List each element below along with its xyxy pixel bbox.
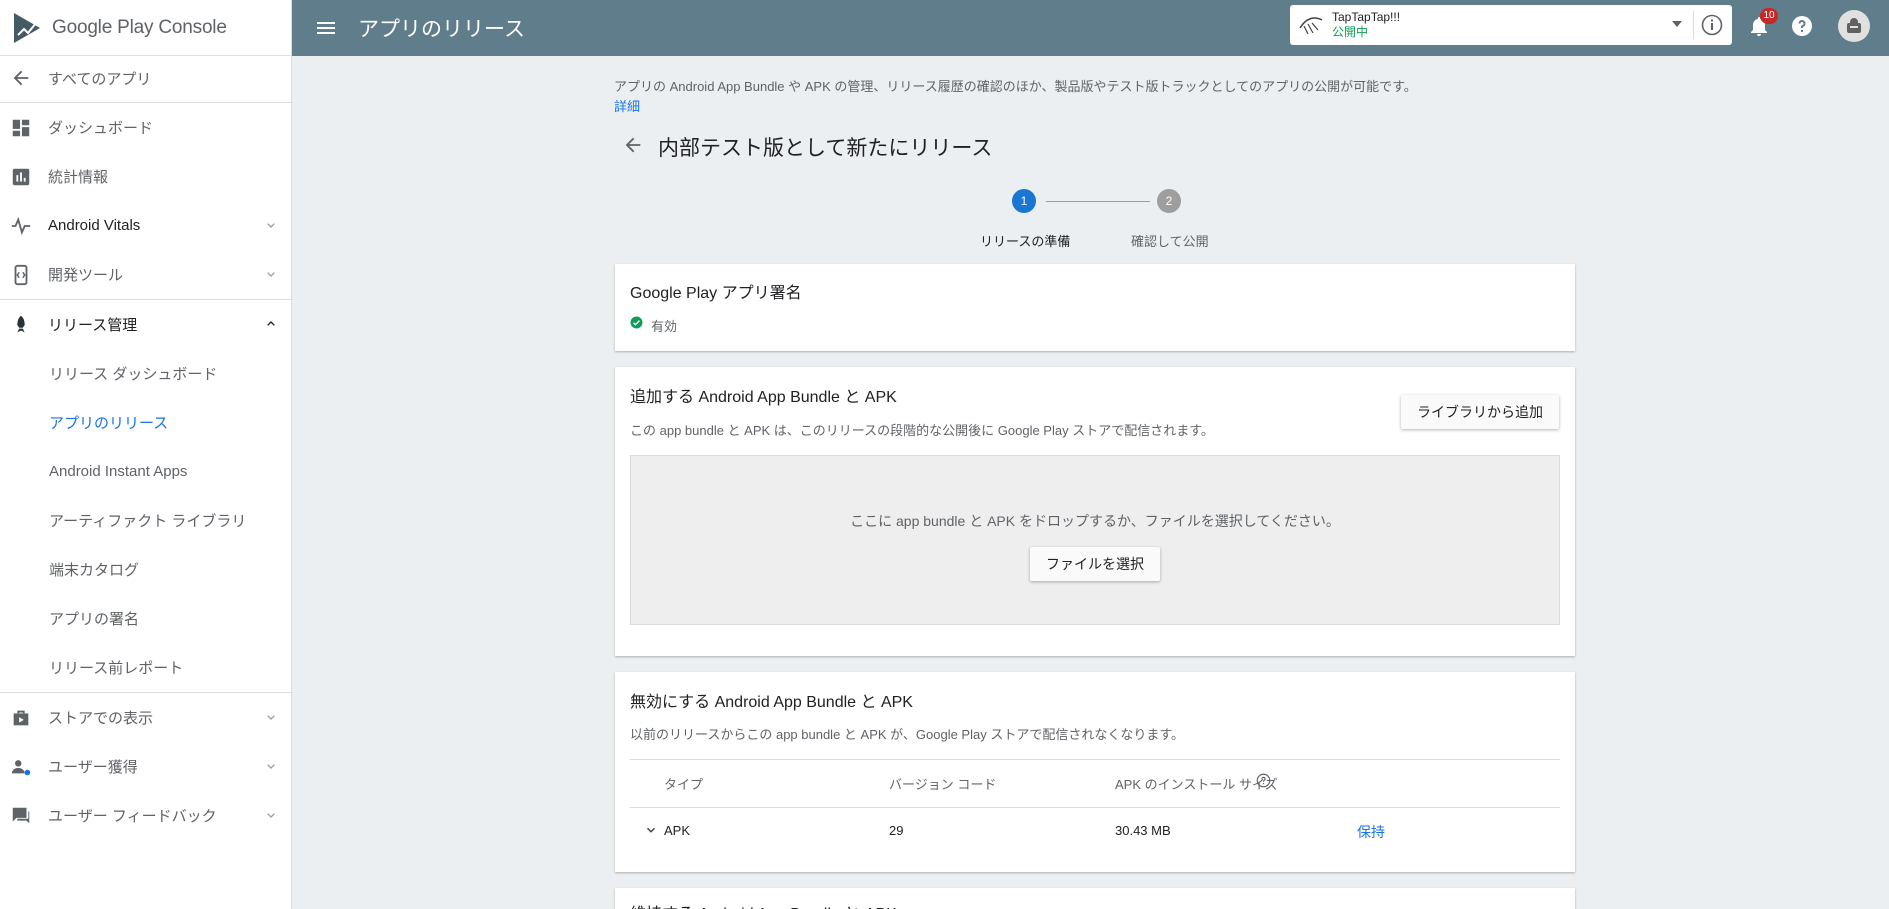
sidebar-item-user-acquisition[interactable]: ユーザー獲得 — [0, 742, 291, 791]
app-icon — [1299, 17, 1323, 35]
retain-bundles-card: 維持する Android App Bundle と APK — [615, 888, 1575, 909]
sidebar-item-app-signing[interactable]: アプリの署名 — [0, 594, 291, 643]
card-description: この app bundle と APK は、このリリースの段階的な公開後に Go… — [630, 423, 1214, 438]
signing-status: 有効 — [651, 319, 678, 334]
dev-tools-icon — [14, 264, 28, 285]
app-signing-card: Google Play アプリ署名 有効 — [615, 264, 1575, 351]
sidebar-item-prelaunch-report[interactable]: リリース前レポート — [0, 643, 291, 692]
sidebar-item-label: ダッシュボード — [48, 120, 154, 137]
row-version: 29 — [889, 823, 904, 838]
divider — [1693, 11, 1694, 39]
column-header-size: APK のインストール サイズ — [1115, 777, 1278, 792]
intro-text: アプリの Android App Bundle や APK の管理、リリース履歴… — [614, 79, 1417, 94]
card-title: Google Play アプリ署名 — [630, 285, 802, 302]
sidebar-item-app-releases[interactable]: アプリのリリース — [0, 398, 291, 447]
step-2-indicator: 2 — [1157, 189, 1181, 213]
card-title: 追加する Android App Bundle と APK — [630, 389, 897, 406]
back-arrow-icon[interactable] — [622, 134, 644, 156]
add-from-library-button[interactable]: ライブラリから追加 — [1401, 395, 1559, 429]
chevron-down-icon — [267, 223, 275, 228]
play-console-logo-icon — [14, 12, 40, 43]
dropdown-caret-icon — [1672, 21, 1682, 27]
add-bundles-card: 追加する Android App Bundle と APK この app bun… — [615, 367, 1575, 656]
row-type: APK — [664, 823, 691, 838]
step-connector — [1046, 201, 1150, 202]
account-icon — [1847, 18, 1861, 33]
all-apps-link[interactable]: すべてのアプリ — [0, 58, 291, 98]
sidebar-item-label: リリース管理 — [48, 317, 138, 334]
retain-link[interactable]: 保持 — [1357, 822, 1385, 842]
learn-more-link[interactable]: 詳細 — [614, 96, 640, 115]
app-selector[interactable]: TapTapTap!!! 公開中 — [1290, 5, 1732, 45]
all-apps-label: すべてのアプリ — [48, 70, 152, 88]
sidebar-item-release-management[interactable]: リリース管理 — [0, 300, 291, 349]
sidebar: Google Play Console すべてのアプリ ダッシュボード 統計情報… — [0, 0, 292, 909]
chevron-down-icon[interactable] — [644, 823, 658, 837]
notification-badge: 10 — [1760, 8, 1778, 24]
chevron-up-icon — [267, 321, 275, 326]
sidebar-item-instant-apps[interactable]: Android Instant Apps — [0, 447, 291, 496]
avatar[interactable] — [1838, 10, 1870, 42]
arrow-back-icon — [13, 70, 29, 86]
card-title: 無効にする Android App Bundle と APK — [630, 694, 913, 711]
sidebar-item-label: Android Vitals — [48, 217, 141, 234]
user-add-icon — [11, 759, 31, 775]
sidebar-item-dashboard[interactable]: ダッシュボード — [0, 103, 291, 152]
help-circle-icon[interactable] — [1256, 773, 1271, 788]
choose-file-button[interactable]: ファイルを選択 — [1030, 547, 1160, 581]
sidebar-item-label: ユーザー獲得 — [48, 759, 138, 776]
top-app-bar: アプリのリリース TapTapTap!!! 公開中 — [292, 0, 1889, 56]
chevron-down-icon — [267, 272, 275, 277]
sidebar-item-label: 統計情報 — [48, 169, 109, 186]
sidebar-item-dev-tools[interactable]: 開発ツール — [0, 250, 291, 299]
sidebar-item-android-vitals[interactable]: Android Vitals — [0, 201, 291, 250]
file-dropzone[interactable]: ここに app bundle と APK をドロップするか、ファイルを選択してく… — [630, 455, 1560, 625]
chevron-down-icon — [267, 813, 275, 818]
store-icon — [13, 710, 29, 725]
bar-chart-icon — [12, 168, 30, 185]
sidebar-item-label: 開発ツール — [48, 267, 124, 284]
step-1-indicator: 1 — [1012, 189, 1036, 213]
info-icon[interactable] — [1700, 13, 1724, 37]
dashboard-icon — [12, 119, 30, 136]
table-divider — [630, 759, 1560, 760]
sidebar-item-device-catalog[interactable]: 端末カタログ — [0, 545, 291, 594]
step-2-label: 確認して公開 — [1131, 234, 1209, 249]
console-logo[interactable]: Google Play Console — [0, 0, 291, 56]
app-name: TapTapTap!!! — [1332, 10, 1401, 24]
chevron-down-icon — [267, 715, 275, 720]
pulse-icon — [11, 216, 31, 235]
sidebar-item-user-feedback[interactable]: ユーザー フィードバック — [0, 791, 291, 840]
card-description: 以前のリリースからこの app bundle と APK が、Google Pl… — [630, 727, 1185, 742]
column-header-version: バージョン コード — [889, 777, 997, 792]
feedback-icon — [12, 807, 30, 823]
table-divider — [630, 807, 1560, 808]
menu-icon[interactable] — [314, 16, 338, 40]
page-title: アプリのリリース — [358, 18, 525, 41]
sidebar-item-label: ユーザー フィードバック — [48, 808, 217, 825]
check-circle-icon — [630, 316, 643, 329]
column-header-type: タイプ — [664, 777, 704, 792]
deactivate-bundles-card: 無効にする Android App Bundle と APK 以前のリリースから… — [615, 672, 1575, 872]
release-title: 内部テスト版として新たにリリース — [658, 137, 993, 160]
dropzone-text: ここに app bundle と APK をドロップするか、ファイルを選択してく… — [850, 513, 1340, 529]
sidebar-item-artifact-library[interactable]: アーティファクト ライブラリ — [0, 496, 291, 545]
help-icon[interactable] — [1790, 14, 1814, 38]
rocket-icon — [17, 315, 25, 332]
step-1-label: リリースの準備 — [980, 234, 1071, 249]
sidebar-item-store-presence[interactable]: ストアでの表示 — [0, 693, 291, 742]
logo-text: Google Play Console — [52, 16, 227, 38]
sidebar-item-label: ストアでの表示 — [48, 710, 154, 727]
chevron-down-icon — [267, 764, 275, 769]
card-title: 維持する Android App Bundle と APK — [630, 900, 897, 909]
app-status: 公開中 — [1332, 25, 1369, 39]
row-size: 30.43 MB — [1115, 823, 1171, 838]
sidebar-item-statistics[interactable]: 統計情報 — [0, 152, 291, 201]
sidebar-item-release-dashboard[interactable]: リリース ダッシュボード — [0, 349, 291, 398]
